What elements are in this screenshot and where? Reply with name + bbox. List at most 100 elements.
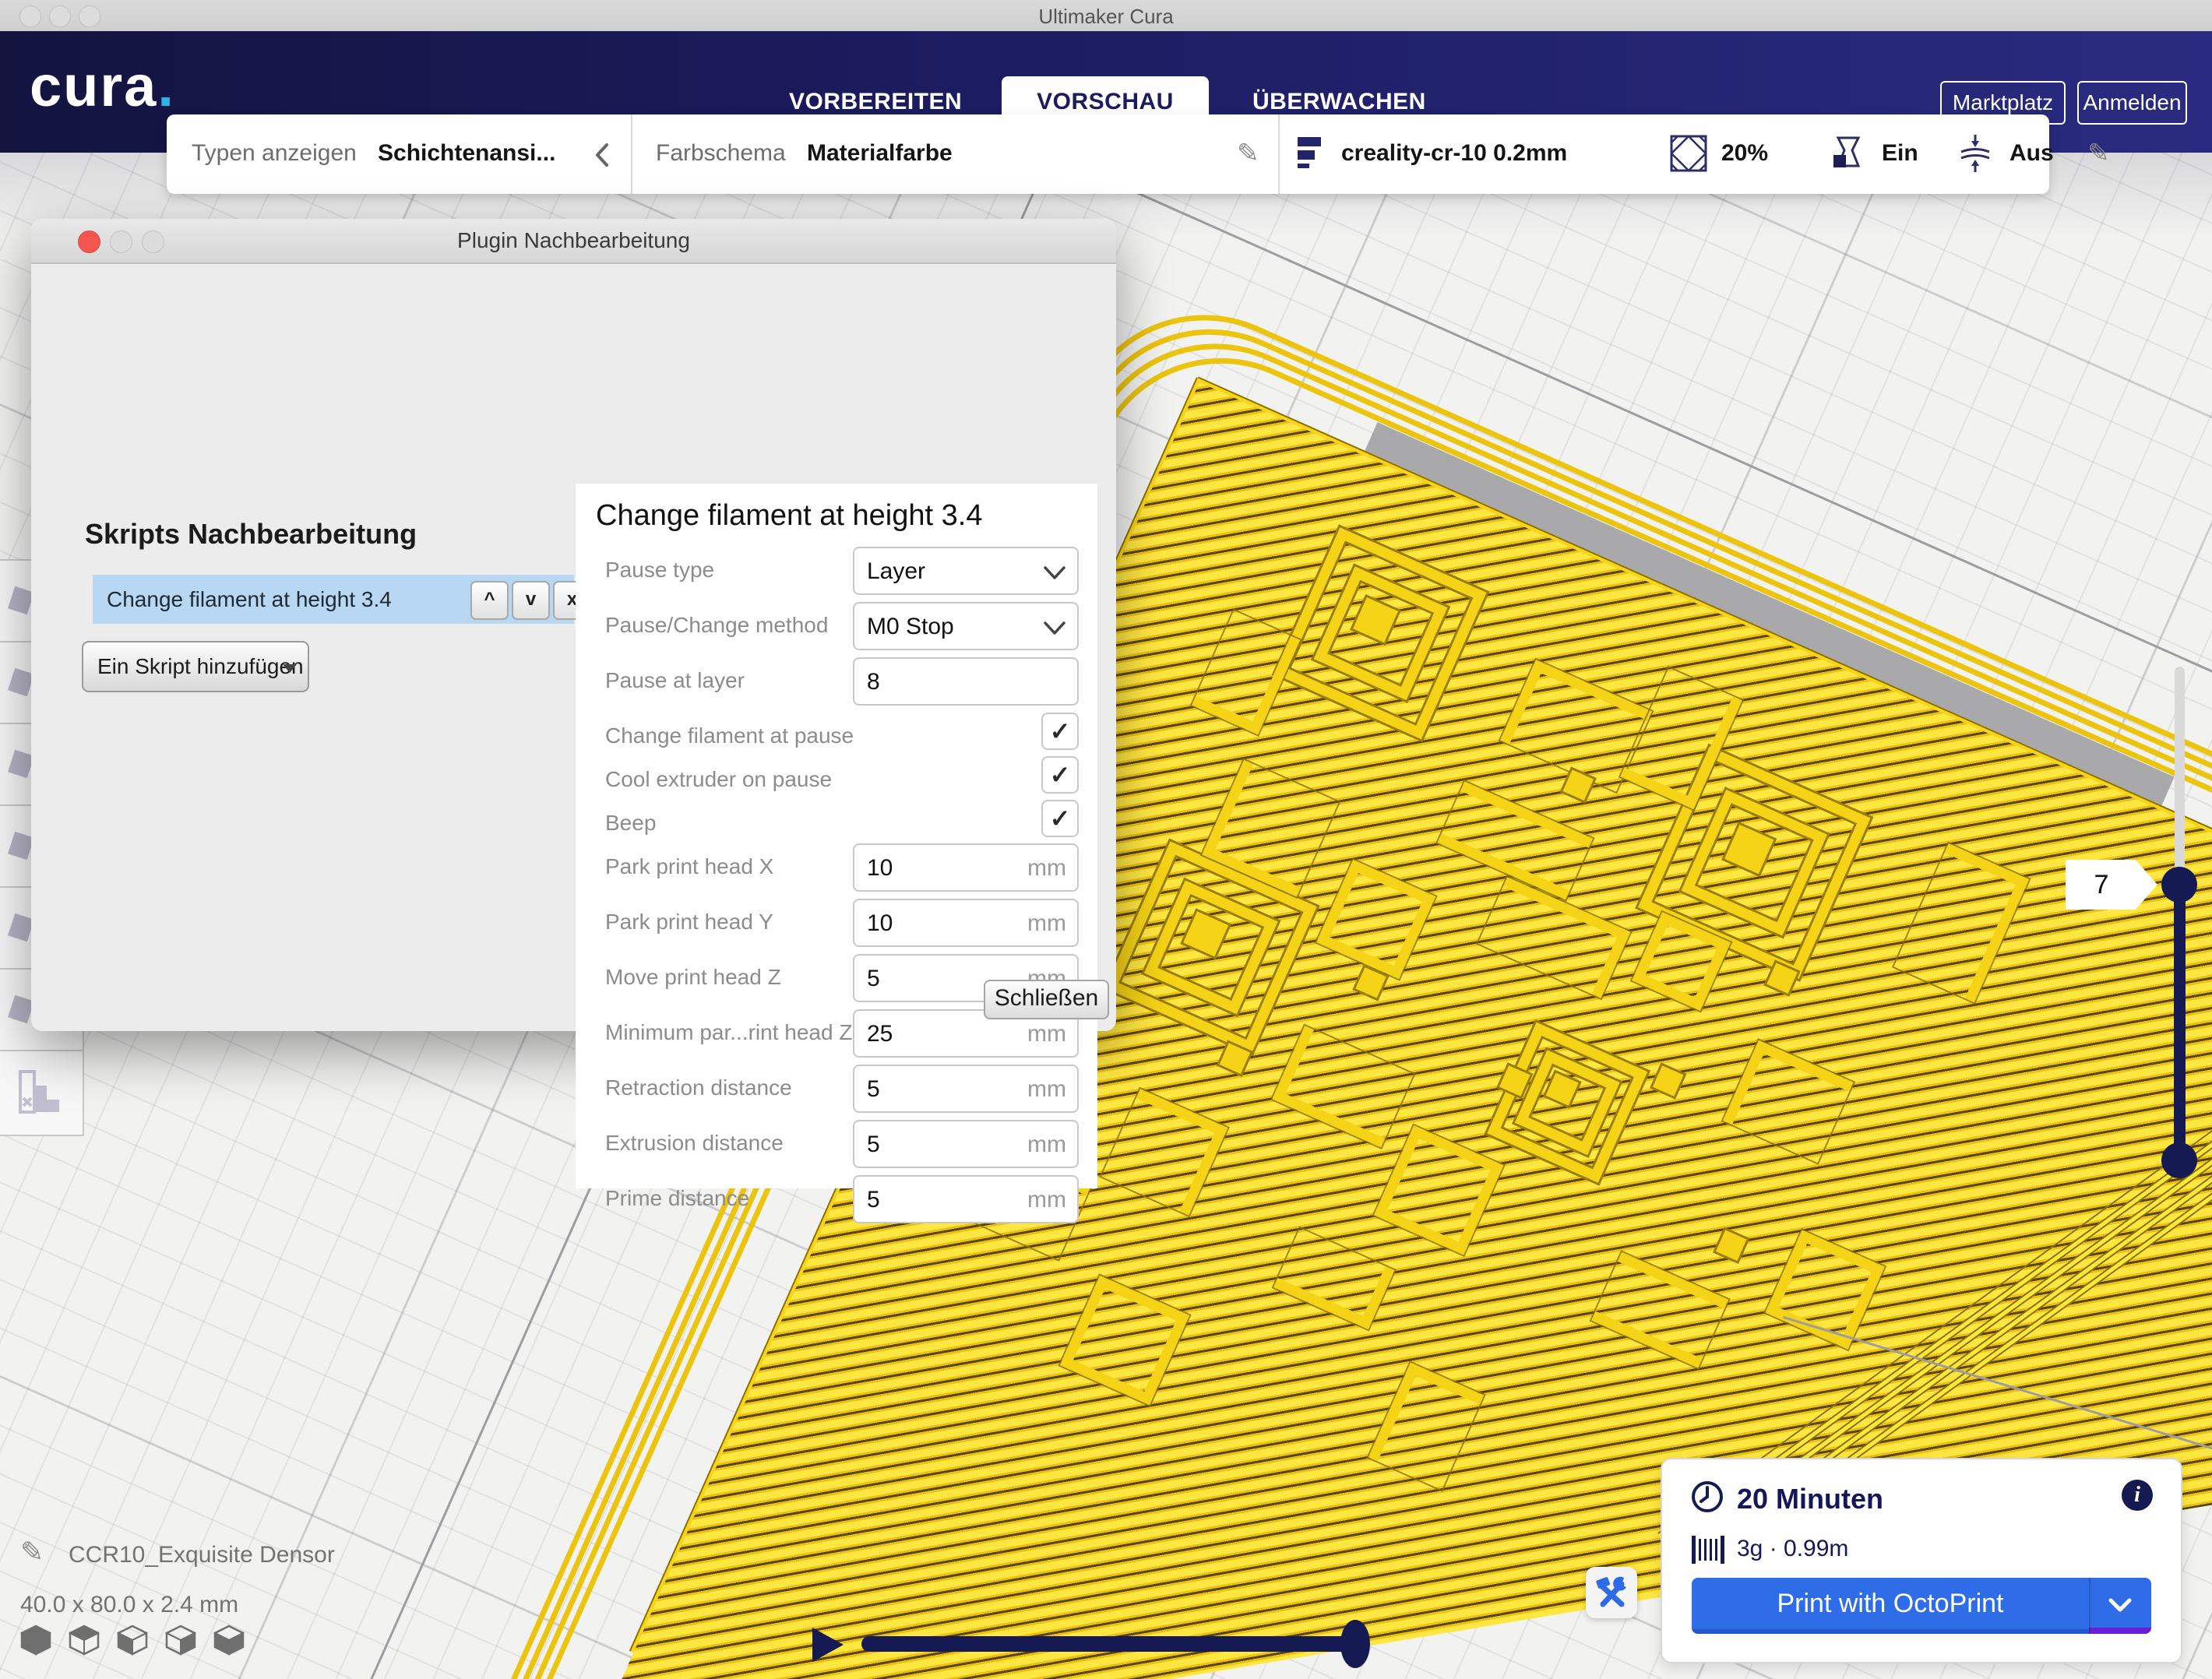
field-input[interactable]: 5mm (853, 1065, 1079, 1113)
support-blocker-icon (0, 1051, 81, 1132)
chevron-left-icon[interactable] (594, 142, 611, 168)
window-title: Ultimaker Cura (0, 5, 2212, 29)
qr-dot (1716, 1230, 1747, 1261)
field-row: Pause/Change methodM0 Stop (594, 602, 1079, 650)
field-row: Prime distance5mm (594, 1175, 1079, 1223)
view-top-icon[interactable] (117, 1624, 148, 1656)
field-row: Retraction distance5mm (594, 1065, 1079, 1113)
scripts-heading: Skripts Nachbearbeitung (85, 518, 417, 551)
clock-icon (1690, 1480, 1724, 1514)
post-processing-dialog: Plugin Nachbearbeitung Skripts Nachbearb… (31, 219, 1116, 1031)
material-spool-icon (1690, 1534, 1726, 1565)
view-front-icon[interactable] (69, 1624, 100, 1656)
field-select[interactable]: Layer (853, 547, 1079, 595)
adjust-tools-button[interactable] (1586, 1567, 1637, 1618)
simulation-slider-track[interactable] (861, 1636, 1355, 1652)
field-label: Retraction distance (594, 1065, 853, 1100)
field-input[interactable]: 5mm (853, 1120, 1079, 1168)
tool-icon (8, 913, 34, 942)
edit-color-scheme-icon[interactable]: ✎ (1237, 138, 1259, 169)
field-input[interactable]: 10mm (853, 843, 1079, 892)
tool-icon (8, 586, 34, 615)
selected-script-item[interactable]: Change filament at height 3.4 ^ v x (93, 575, 574, 624)
logo-dot: . (157, 54, 175, 118)
add-script-dropdown[interactable]: Ein Skript hinzufügen (82, 641, 309, 692)
tool-icon (8, 995, 34, 1024)
field-label: Prime distance (594, 1175, 853, 1211)
qr-wall-segment (1272, 1026, 1414, 1147)
signin-button[interactable]: Anmelden (2077, 81, 2187, 125)
field-input[interactable]: 8 (853, 657, 1079, 706)
layer-slider-bottom-handle[interactable] (2161, 1142, 2197, 1178)
move-script-up-button[interactable]: ^ (470, 581, 509, 620)
qr-wall-segment (1060, 1276, 1189, 1405)
rename-model-icon[interactable]: ✎ (20, 1536, 44, 1568)
field-row: Cool extruder on pause✓ (594, 756, 1079, 794)
qr-wall-segment (1374, 1125, 1503, 1255)
field-label: Minimum par...rint head Z (594, 1009, 853, 1045)
field-select[interactable]: M0 Stop (853, 602, 1079, 650)
dialog-titlebar[interactable]: Plugin Nachbearbeitung (31, 219, 1116, 264)
qr-dot (1355, 967, 1386, 998)
field-label: Pause type (594, 547, 853, 583)
cura-logo: cura. (30, 53, 175, 119)
infill-icon (1670, 135, 1707, 176)
view-left-icon[interactable] (165, 1624, 196, 1656)
edit-print-settings-icon[interactable]: ✎ (2087, 138, 2110, 169)
hammer-wrench-icon (1586, 1567, 1637, 1618)
field-label: Move print head Z (594, 954, 853, 990)
field-checkbox[interactable]: ✓ (1041, 756, 1079, 794)
qr-wall-segment (1192, 611, 1300, 734)
print-options-dropdown[interactable] (2089, 1578, 2151, 1634)
infill-value: 20% (1721, 140, 1768, 167)
support-value: Ein (1882, 140, 1918, 167)
field-checkbox[interactable]: ✓ (1041, 713, 1079, 750)
preview-toolbar: Typen anzeigen Schichtenansi... Farbsche… (167, 114, 2049, 194)
qr-wall-segment (1368, 1363, 1484, 1490)
layer-slider-range[interactable] (2174, 885, 2186, 1160)
tool-icon (8, 832, 34, 861)
color-scheme-dropdown[interactable]: Materialfarbe (807, 140, 953, 167)
field-row: Park print head Y10mm (594, 899, 1079, 947)
printer-profile-dropdown[interactable]: creality-cr-10 0.2mm (1341, 140, 1567, 167)
view-type-label: Typen anzeigen (192, 140, 357, 167)
adhesion-icon (1958, 133, 1992, 178)
field-row: Park print head X10mm (594, 843, 1079, 892)
model-name: CCR10_Exquisite Densor (69, 1542, 335, 1568)
qr-dot (1653, 1065, 1684, 1096)
print-job-panel: 20 Minuten 3g · 0.99m i Print with OctoP… (1661, 1458, 2182, 1663)
move-script-down-button[interactable]: v (512, 581, 550, 620)
play-button[interactable] (812, 1628, 844, 1662)
os-titlebar: Ultimaker Cura (0, 0, 2212, 32)
info-icon[interactable]: i (2122, 1480, 2153, 1511)
field-label: Extrusion distance (594, 1120, 853, 1156)
script-settings-heading: Change filament at height 3.4 (596, 499, 1079, 533)
layer-slider-top-handle[interactable] (2161, 867, 2197, 903)
qr-wall-segment (1894, 843, 2030, 1002)
print-profile-layers-icon (1298, 137, 1324, 173)
view-3d-icon[interactable] (20, 1624, 51, 1656)
view-type-dropdown[interactable]: Schichtenansi... (378, 140, 555, 167)
qr-wall-segment (1316, 860, 1435, 979)
qr-wall-segment (1723, 1040, 1853, 1163)
field-input[interactable]: 10mm (853, 899, 1079, 947)
field-checkbox[interactable]: ✓ (1041, 800, 1079, 837)
qr-wall-segment (1101, 1089, 1228, 1215)
script-settings-panel: Change filament at height 3.4 Pause type… (576, 484, 1097, 1188)
field-label: Change filament at pause (594, 713, 1041, 748)
field-input[interactable]: 5mm (853, 1175, 1079, 1223)
field-row: Change filament at pause✓ (594, 713, 1079, 750)
sidebar-tool-button[interactable] (0, 1050, 84, 1136)
view-right-icon[interactable] (213, 1624, 245, 1656)
chevron-down-icon (1043, 621, 1066, 636)
print-with-octoprint-button[interactable]: Print with OctoPrint (1692, 1578, 2089, 1634)
field-label: Pause/Change method (594, 602, 853, 638)
dialog-close-action-button[interactable]: Schließen (984, 980, 1109, 1019)
model-dimensions: 40.0 x 80.0 x 2.4 mm (20, 1592, 238, 1618)
field-row: Beep✓ (594, 800, 1079, 837)
support-icon (1830, 135, 1865, 176)
material-estimate: 3g · 0.99m (1737, 1536, 1848, 1562)
adhesion-value: Aus (2009, 140, 2054, 167)
simulation-slider-handle[interactable] (1340, 1620, 1370, 1668)
field-label: Park print head Y (594, 899, 853, 935)
